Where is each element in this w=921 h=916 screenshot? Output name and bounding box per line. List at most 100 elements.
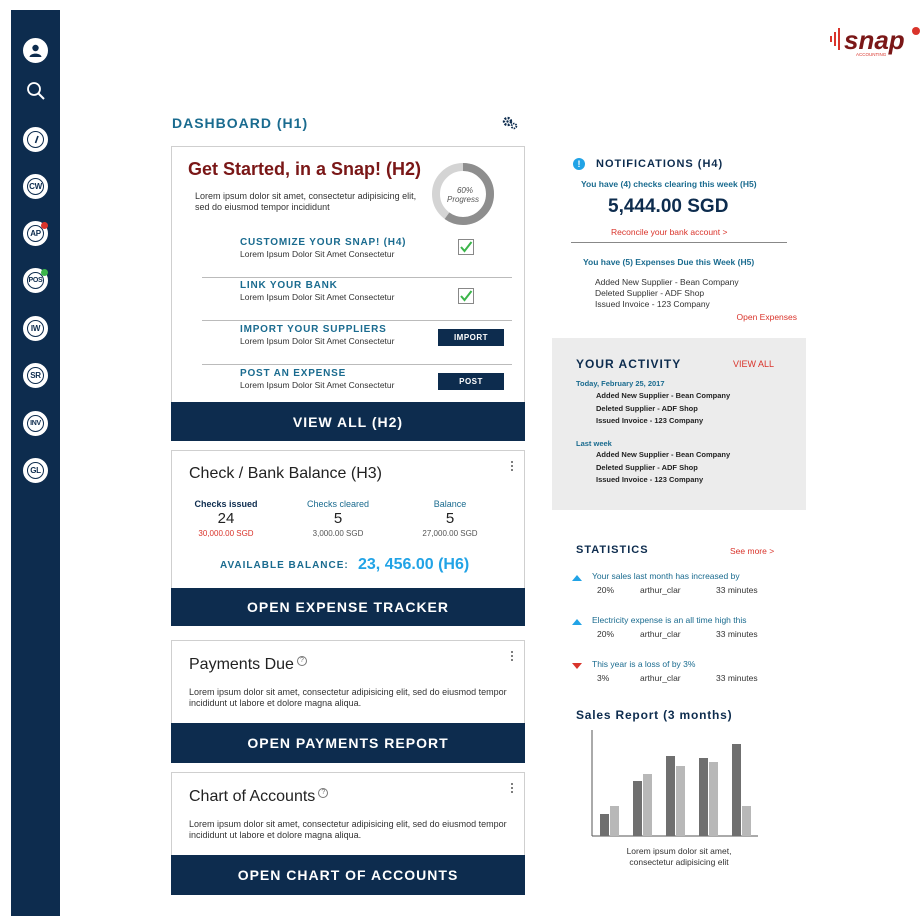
- open-expense-tracker-button[interactable]: OPEN EXPENSE TRACKER: [171, 588, 525, 626]
- payments-due-card: Payments Due? Lorem ipsum dolor sit amet…: [171, 640, 525, 763]
- checks-cleared-label: Checks cleared: [306, 499, 370, 509]
- task-sub: Lorem Ipsum Dolor Sit Amet Consectetur: [240, 380, 395, 390]
- payments-due-title: Payments Due?: [189, 656, 307, 674]
- get-started-title: Get Started, in a Snap! (H2): [188, 159, 422, 179]
- user-icon[interactable]: [23, 38, 48, 63]
- activity-list: Added New Supplier - Bean Company Delete…: [596, 449, 730, 487]
- bar-5-1: [732, 744, 741, 836]
- chart-of-accounts-card: Chart of Accounts? Lorem ipsum dolor sit…: [171, 772, 525, 895]
- activity-view-all-link[interactable]: VIEW ALL: [733, 359, 774, 369]
- see-more-link[interactable]: See more >: [730, 546, 774, 556]
- more-icon[interactable]: [510, 651, 514, 663]
- list-item: Issued Invoice - 123 Company: [595, 299, 710, 309]
- checkmark-icon[interactable]: [458, 239, 474, 255]
- stat-time: 33 minutes: [716, 585, 758, 595]
- task-import-suppliers: IMPORT YOUR SUPPLIERS Lorem Ipsum Dolor …: [202, 322, 512, 365]
- view-all-button[interactable]: VIEW ALL (H2): [171, 402, 525, 441]
- task-title: IMPORT YOUR SUPPLIERS: [240, 324, 387, 335]
- divider: [571, 242, 787, 243]
- gl-label: GL: [30, 466, 41, 475]
- balance-num: 5: [445, 510, 455, 527]
- open-payments-report-button[interactable]: OPEN PAYMENTS REPORT: [171, 723, 525, 763]
- info-icon: !: [573, 158, 585, 170]
- stat-time: 33 minutes: [716, 629, 758, 639]
- sales-caption-line: consectetur adipisicing elit: [629, 857, 729, 867]
- open-expenses-link[interactable]: Open Expenses: [737, 312, 797, 322]
- sales-report-title: Sales Report (3 months): [576, 708, 733, 722]
- stat-user: arthur_clar: [640, 629, 681, 639]
- up-arrow-icon: [572, 619, 582, 625]
- task-sub: Lorem Ipsum Dolor Sit Amet Consectetur: [240, 249, 395, 259]
- bar-1-1: [600, 814, 609, 836]
- list-item: Issued Invoice - 123 Company: [596, 416, 704, 425]
- cw-icon[interactable]: CW: [23, 174, 48, 199]
- sr-icon[interactable]: SR: [23, 363, 48, 388]
- gear-icon[interactable]: [502, 116, 518, 135]
- reconcile-link[interactable]: Reconcile your bank account >: [611, 227, 727, 237]
- activity-date: Today, February 25, 2017: [576, 379, 665, 388]
- notifications-items: Added New Supplier - Bean Company Delete…: [595, 277, 739, 310]
- task-customize[interactable]: CUSTOMIZE YOUR SNAP! (H4) Lorem Ipsum Do…: [202, 235, 512, 278]
- stat-text: Your sales last month has increased by: [592, 571, 740, 581]
- bank-balance-card: Check / Bank Balance (H3) Checks issued …: [171, 450, 525, 626]
- sales-caption: Lorem ipsum dolor sit amet, consectetur …: [604, 846, 754, 868]
- search-icon[interactable]: [23, 78, 48, 103]
- more-icon[interactable]: [510, 783, 514, 795]
- checks-issued-amount: 30,000.00 SGD: [198, 529, 254, 538]
- get-started-card: Get Started, in a Snap! (H2) Lorem ipsum…: [171, 146, 525, 441]
- stat-pct: 20%: [597, 629, 615, 639]
- post-button[interactable]: POST: [438, 373, 504, 390]
- bar-5-2: [742, 806, 751, 836]
- more-icon[interactable]: [510, 461, 514, 473]
- checks-cleared-amount: 3,000.00 SGD: [312, 529, 364, 538]
- logo-sub: ACCOUNTING: [856, 52, 887, 57]
- bar-3-1: [666, 756, 675, 836]
- ap-icon[interactable]: AP: [23, 221, 48, 246]
- ap-label: AP: [30, 229, 41, 238]
- available-balance-value: 23, 456.00 (H6): [358, 556, 470, 573]
- pos-label: POS: [28, 277, 43, 284]
- inv-icon[interactable]: INV: [23, 411, 48, 436]
- get-started-description: Lorem ipsum dolor sit amet, consectetur …: [195, 191, 417, 212]
- list-item: Issued Invoice - 123 Company: [596, 475, 704, 484]
- statistics-title: STATISTICS: [576, 544, 649, 556]
- bar-2-2: [643, 774, 652, 836]
- activity-list: Added New Supplier - Bean Company Delete…: [596, 390, 730, 428]
- import-button[interactable]: IMPORT: [438, 329, 504, 346]
- list-item: Deleted Supplier - ADF Shop: [596, 462, 698, 472]
- ap-badge: [41, 222, 48, 229]
- down-arrow-icon: [572, 663, 582, 669]
- chart-of-accounts-title: Chart of Accounts?: [189, 788, 329, 806]
- help-icon[interactable]: ?: [318, 788, 329, 798]
- gauge-icon[interactable]: [23, 127, 48, 152]
- pos-icon[interactable]: POS: [23, 268, 48, 293]
- task-sub: Lorem Ipsum Dolor Sit Amet Consectetur: [240, 292, 395, 302]
- open-chart-of-accounts-button[interactable]: OPEN CHART OF ACCOUNTS: [171, 855, 525, 895]
- available-balance-label: AVAILABLE BALANCE:: [220, 560, 349, 571]
- snap-logo: snap ACCOUNTING: [830, 22, 921, 58]
- iw-icon[interactable]: IW: [23, 316, 48, 341]
- gl-icon[interactable]: GL: [23, 458, 48, 483]
- task-sub: Lorem Ipsum Dolor Sit Amet Consectetur: [240, 336, 395, 346]
- task-link-bank[interactable]: LINK YOUR BANK Lorem Ipsum Dolor Sit Ame…: [202, 278, 512, 321]
- activity-title: YOUR ACTIVITY: [576, 357, 682, 371]
- sr-label: SR: [30, 371, 41, 380]
- balance-amount: 27,000.00 SGD: [422, 529, 478, 538]
- chart-of-accounts-title-text: Chart of Accounts: [189, 788, 316, 805]
- checks-cleared-col: Checks cleared 5 3,000.00 SGD: [293, 499, 383, 538]
- up-arrow-icon: [572, 575, 582, 581]
- bar-2-1: [633, 781, 642, 836]
- payments-due-text: Lorem ipsum dolor sit amet, consectetur …: [189, 687, 507, 708]
- help-icon[interactable]: ?: [296, 656, 307, 666]
- bar-4-1: [699, 758, 708, 836]
- checks-cleared-num: 5: [333, 510, 343, 527]
- stat-pct: 20%: [597, 585, 615, 595]
- balance-label: Balance: [433, 499, 467, 509]
- notifications-title: NOTIFICATIONS (H4): [596, 158, 724, 170]
- bar-1-2: [610, 806, 619, 836]
- dashboard-title: DASHBOARD (H1): [172, 115, 309, 131]
- checkmark-icon[interactable]: [458, 288, 474, 304]
- checks-clearing-text: You have (4) checks clearing this week (…: [581, 179, 757, 189]
- list-item: Added New Supplier - Bean Company: [596, 391, 731, 400]
- checks-issued-label: Checks issued: [194, 499, 258, 509]
